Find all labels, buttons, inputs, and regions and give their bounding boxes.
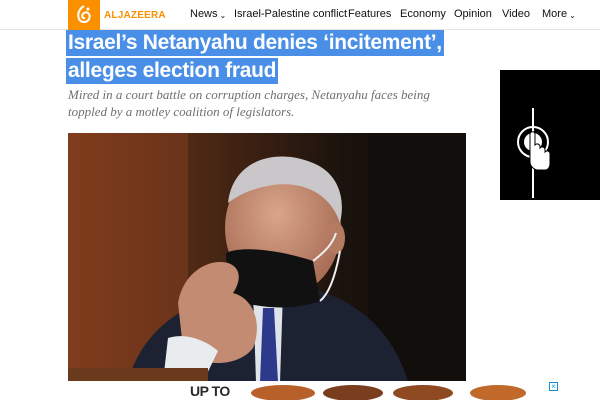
chevron-down-icon: ⌄: [569, 11, 576, 20]
close-icon[interactable]: ×: [549, 382, 558, 391]
article-photo: [68, 133, 466, 382]
tap-hand-icon: [517, 108, 551, 198]
bottom-advertisement[interactable]: UP TO ×: [0, 381, 600, 400]
nav-video-label: Video: [502, 8, 530, 20]
headline-line-1: Israel’s Netanyahu denies ‘incitement’,: [66, 30, 444, 56]
nav-more-label: More: [542, 8, 568, 20]
chevron-down-icon: ⌄: [219, 11, 227, 20]
ad-headline: UP TO: [190, 383, 230, 399]
nav-opinion[interactable]: Opinion: [454, 8, 492, 20]
side-advertisement[interactable]: [500, 70, 600, 200]
nav-economy[interactable]: Economy: [400, 8, 446, 20]
article-headline: Israel’s Netanyahu denies ‘incitement’, …: [66, 30, 446, 86]
nav-features[interactable]: Features: [348, 8, 391, 20]
nav-israel-palestine-label: Israel-Palestine conflict: [234, 8, 348, 20]
site-logo[interactable]: ALJAZEERA: [68, 0, 166, 30]
aljazeera-logo-icon: [68, 0, 100, 30]
nav-opinion-label: Opinion: [454, 8, 492, 20]
nav-news-label: News: [190, 8, 218, 20]
site-header: ALJAZEERA News ⌄ Israel-Palestine conflic…: [0, 0, 600, 30]
article-standfirst: Mired in a court battle on corruption ch…: [68, 87, 430, 119]
nav-more[interactable]: More ⌄: [542, 8, 576, 20]
nav-economy-label: Economy: [400, 8, 446, 20]
nav-video[interactable]: Video: [502, 8, 530, 20]
shoe-products-image: [251, 385, 526, 400]
headline-line-2: alleges election fraud: [66, 58, 279, 84]
nav-news[interactable]: News ⌄: [190, 8, 226, 20]
nav-israel-palestine[interactable]: Israel-Palestine conflict: [234, 8, 347, 20]
nav-features-label: Features: [348, 8, 392, 20]
logo-text: ALJAZEERA: [104, 9, 166, 21]
